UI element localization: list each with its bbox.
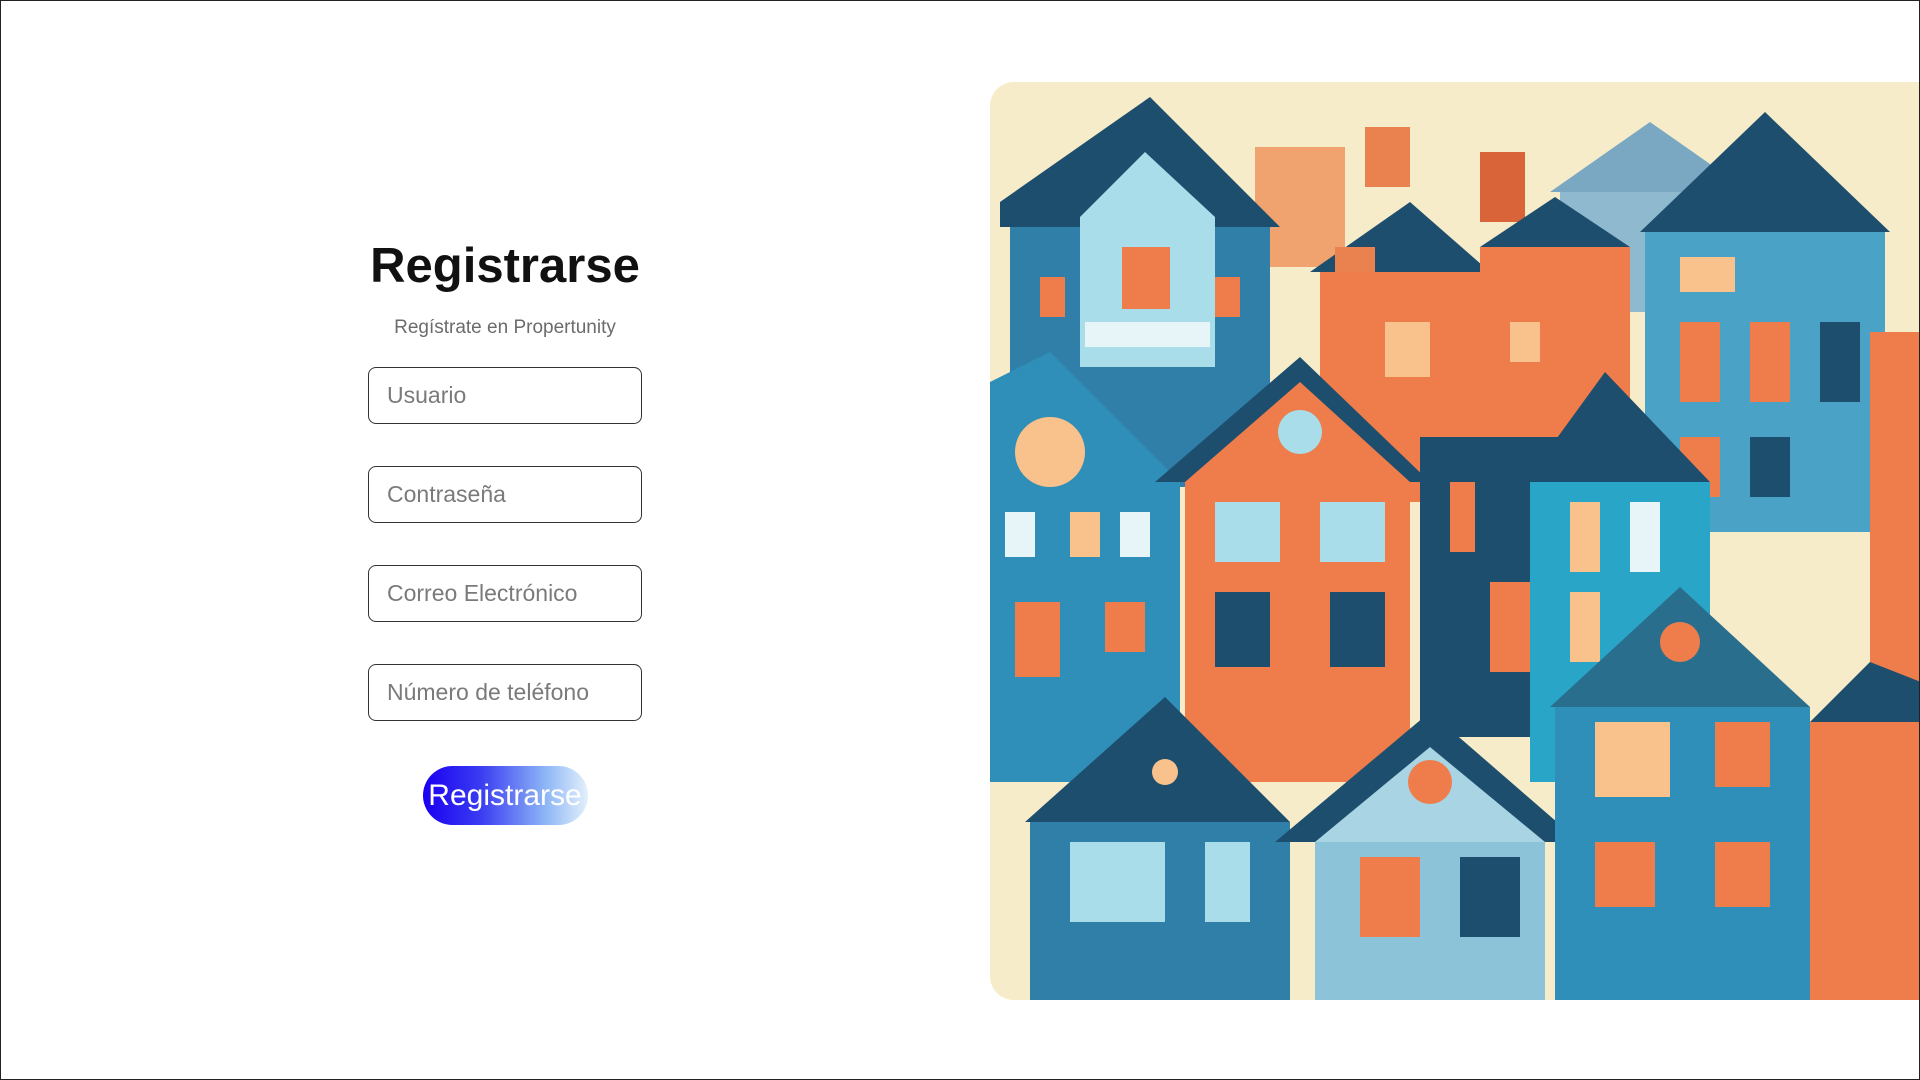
page-title: Registrarse xyxy=(370,239,640,293)
phone-input[interactable] xyxy=(368,664,642,721)
username-input[interactable] xyxy=(368,367,642,424)
password-input[interactable] xyxy=(368,466,642,523)
register-button[interactable]: Registrarse xyxy=(422,766,588,825)
page-frame: Registrarse Regístrate en Propertunity R… xyxy=(0,0,1920,1080)
page-subtitle: Regístrate en Propertunity xyxy=(394,317,616,338)
signup-form: Registrarse Regístrate en Propertunity R… xyxy=(368,231,642,825)
email-input[interactable] xyxy=(368,565,642,622)
houses-illustration xyxy=(990,82,1919,1000)
